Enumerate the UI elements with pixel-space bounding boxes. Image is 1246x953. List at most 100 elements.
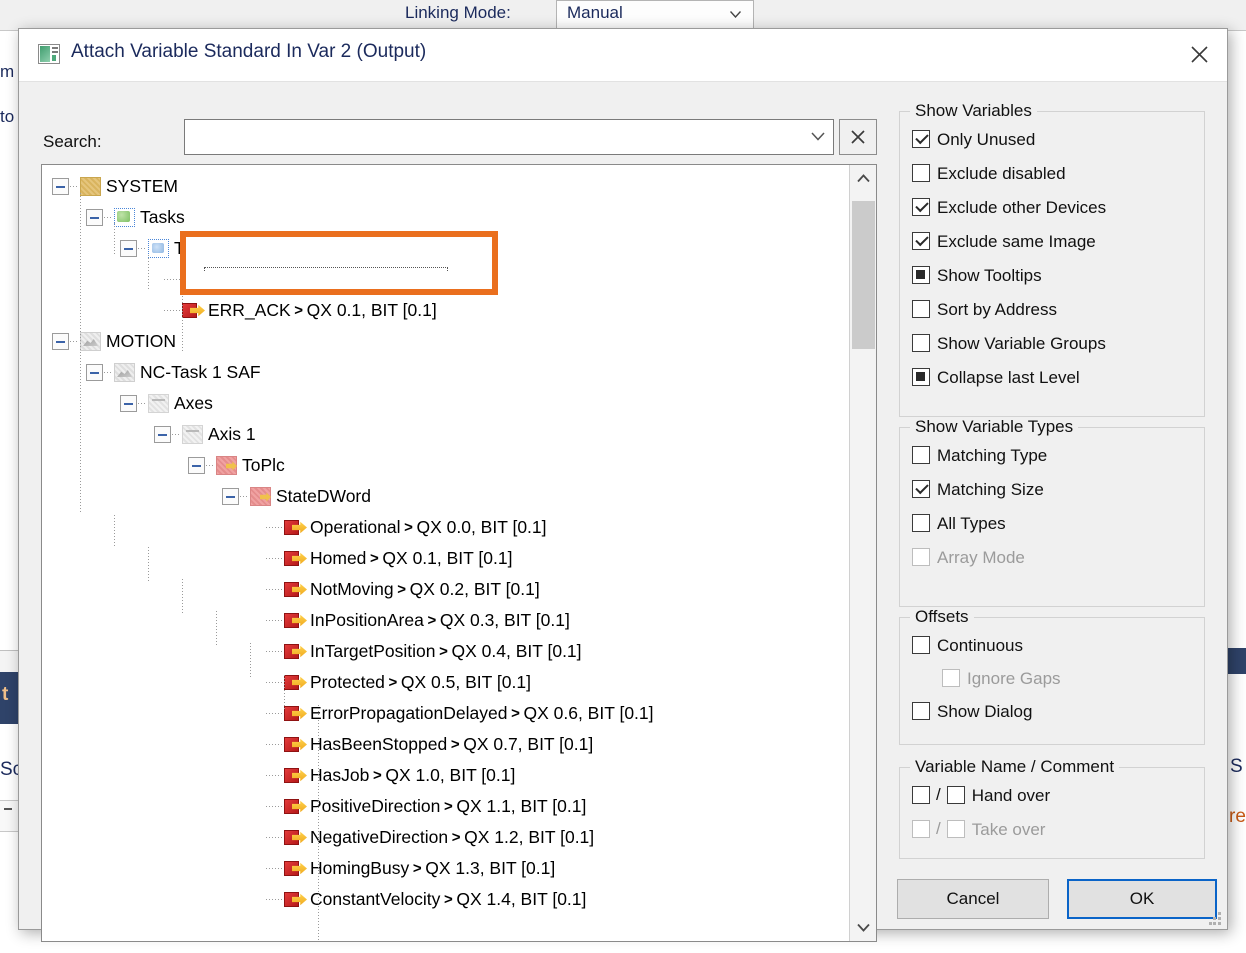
variable-tree-panel[interactable]: SYSTEMTasksTask 4RUN>QX 0.1, BIT [0.1]ER… <box>41 164 877 942</box>
tree-node-address: QX 1.2, BIT [0.1] <box>464 829 594 847</box>
checkbox-row-show-variable-groups[interactable]: Show Variable Groups <box>912 330 1106 356</box>
close-button[interactable] <box>1171 29 1227 80</box>
checkbox[interactable] <box>912 198 930 216</box>
checkbox-row-exclude-same-image[interactable]: Exclude same Image <box>912 228 1096 254</box>
checkbox-row-sort-by-address[interactable]: Sort by Address <box>912 296 1057 322</box>
checkbox-row-only-unused[interactable]: Only Unused <box>912 126 1035 152</box>
tree-selection-focus-rect <box>204 267 448 293</box>
tree-variable-row[interactable]: PositiveDirection>QX 1.1, BIT [0.1] <box>310 791 586 822</box>
checkbox[interactable] <box>912 232 930 250</box>
tree-connector <box>266 713 282 714</box>
checkbox-row-show-tooltips[interactable]: Show Tooltips <box>912 262 1042 288</box>
checkbox[interactable] <box>912 636 930 654</box>
tree-expander[interactable] <box>120 395 137 412</box>
task-icon <box>148 239 169 258</box>
tree-group-row[interactable]: SYSTEM <box>106 171 178 202</box>
checkbox-row-matching-type[interactable]: Matching Type <box>912 442 1047 468</box>
checkbox-row-show-dialog[interactable]: Show Dialog <box>912 698 1032 724</box>
clear-search-button[interactable] <box>839 119 877 155</box>
checkbox-row-exclude-other-devices[interactable]: Exclude other Devices <box>912 194 1106 220</box>
comment-checkbox[interactable] <box>947 786 965 804</box>
name-checkbox[interactable] <box>912 786 930 804</box>
tree-expander[interactable] <box>86 364 103 381</box>
tree-node-label: InTargetPosition <box>310 643 436 661</box>
variable-out-icon <box>284 519 308 536</box>
close-icon <box>851 130 865 144</box>
tree-expander[interactable] <box>188 457 205 474</box>
ok-button[interactable]: OK <box>1067 879 1217 919</box>
variable-out-icon <box>284 643 308 660</box>
checkbox[interactable] <box>912 514 930 532</box>
tree-separator: > <box>440 798 456 815</box>
resize-grip[interactable] <box>1209 912 1222 925</box>
search-combobox[interactable] <box>184 119 834 155</box>
variable-out-icon <box>284 674 308 691</box>
search-input[interactable] <box>191 120 799 156</box>
tree-variable-row[interactable]: NegativeDirection>QX 1.2, BIT [0.1] <box>310 822 594 853</box>
variable-tree[interactable]: SYSTEMTasksTask 4RUN>QX 0.1, BIT [0.1]ER… <box>42 165 848 941</box>
tree-separator: > <box>409 860 425 877</box>
tree-group-row[interactable]: Axis 1 <box>208 419 256 450</box>
name-comment-row-hand-over[interactable]: /Hand over <box>912 782 1050 808</box>
checkbox-row-matching-size[interactable]: Matching Size <box>912 476 1044 502</box>
tree-expander[interactable] <box>52 333 69 350</box>
tree-separator: > <box>424 612 440 629</box>
checkbox[interactable] <box>912 300 930 318</box>
checkbox-row-collapse-last-level[interactable]: Collapse last Level <box>912 364 1080 390</box>
tree-variable-row[interactable]: ErrorPropagationDelayed>QX 0.6, BIT [0.1… <box>310 698 654 729</box>
variable-out-icon <box>284 612 308 629</box>
tree-variable-row[interactable]: Homed>QX 0.1, BIT [0.1] <box>310 543 512 574</box>
tree-group-row[interactable]: Task 4 <box>174 233 225 264</box>
tree-scrollbar[interactable] <box>849 165 876 941</box>
checkbox[interactable] <box>912 130 930 148</box>
chevron-up-icon <box>857 174 870 183</box>
linking-mode-select[interactable]: Manual <box>556 0 754 31</box>
checkbox-row-exclude-disabled[interactable]: Exclude disabled <box>912 160 1066 186</box>
tree-expander[interactable] <box>52 178 69 195</box>
checkbox-label: Matching Type <box>937 447 1047 464</box>
tree-variable-row[interactable]: ConstantVelocity>QX 1.4, BIT [0.1] <box>310 884 586 915</box>
tree-node-address: QX 1.0, BIT [0.1] <box>385 767 515 785</box>
tree-connector <box>266 558 282 559</box>
tree-variable-row[interactable]: Protected>QX 0.5, BIT [0.1] <box>310 667 531 698</box>
checkbox[interactable] <box>912 480 930 498</box>
tree-node-address: QX 1.4, BIT [0.1] <box>456 891 586 909</box>
tree-variable-row[interactable]: HasBeenStopped>QX 0.7, BIT [0.1] <box>310 729 593 760</box>
cancel-button[interactable]: Cancel <box>897 879 1049 919</box>
checkbox[interactable] <box>912 446 930 464</box>
checkbox-label: Exclude disabled <box>937 165 1066 182</box>
tree-variable-row[interactable]: InPositionArea>QX 0.3, BIT [0.1] <box>310 605 570 636</box>
tree-expander[interactable] <box>222 488 239 505</box>
tree-variable-row[interactable]: Operational>QX 0.0, BIT [0.1] <box>310 512 547 543</box>
tree-variable-row[interactable]: ERR_ACK>QX 0.1, BIT [0.1] <box>208 295 437 326</box>
checkbox[interactable] <box>912 368 930 386</box>
checkbox-label: Show Variable Groups <box>937 335 1106 352</box>
comment-checkbox <box>947 820 965 838</box>
variable-out-icon <box>284 860 308 877</box>
tree-node-label: Tasks <box>140 209 185 227</box>
scrollbar-thumb[interactable] <box>852 201 875 349</box>
checkbox[interactable] <box>912 266 930 284</box>
tree-group-row[interactable]: Tasks <box>140 202 185 233</box>
tree-expander[interactable] <box>120 240 137 257</box>
tree-guide-line <box>182 287 183 351</box>
tree-variable-row[interactable]: HomingBusy>QX 1.3, BIT [0.1] <box>310 853 555 884</box>
checkbox[interactable] <box>912 164 930 182</box>
scroll-up-button[interactable] <box>850 165 877 192</box>
chevron-down-icon[interactable] <box>811 132 825 141</box>
tree-group-row[interactable]: StateDWord <box>276 481 371 512</box>
tree-expander[interactable] <box>154 426 171 443</box>
tree-group-row[interactable]: NC-Task 1 SAF <box>140 357 261 388</box>
tree-variable-row[interactable]: NotMoving>QX 0.2, BIT [0.1] <box>310 574 540 605</box>
checkbox-row-continuous[interactable]: Continuous <box>912 632 1023 658</box>
tree-group-row[interactable]: MOTION <box>106 326 176 357</box>
checkbox[interactable] <box>912 334 930 352</box>
tree-group-row[interactable]: ToPlc <box>242 450 285 481</box>
checkbox[interactable] <box>912 702 930 720</box>
tree-variable-row[interactable]: HasJob>QX 1.0, BIT [0.1] <box>310 760 515 791</box>
tree-expander[interactable] <box>86 209 103 226</box>
tree-variable-row[interactable]: InTargetPosition>QX 0.4, BIT [0.1] <box>310 636 582 667</box>
scroll-down-button[interactable] <box>850 914 877 941</box>
tree-group-row[interactable]: Axes <box>174 388 213 419</box>
checkbox-row-all-types[interactable]: All Types <box>912 510 1006 536</box>
